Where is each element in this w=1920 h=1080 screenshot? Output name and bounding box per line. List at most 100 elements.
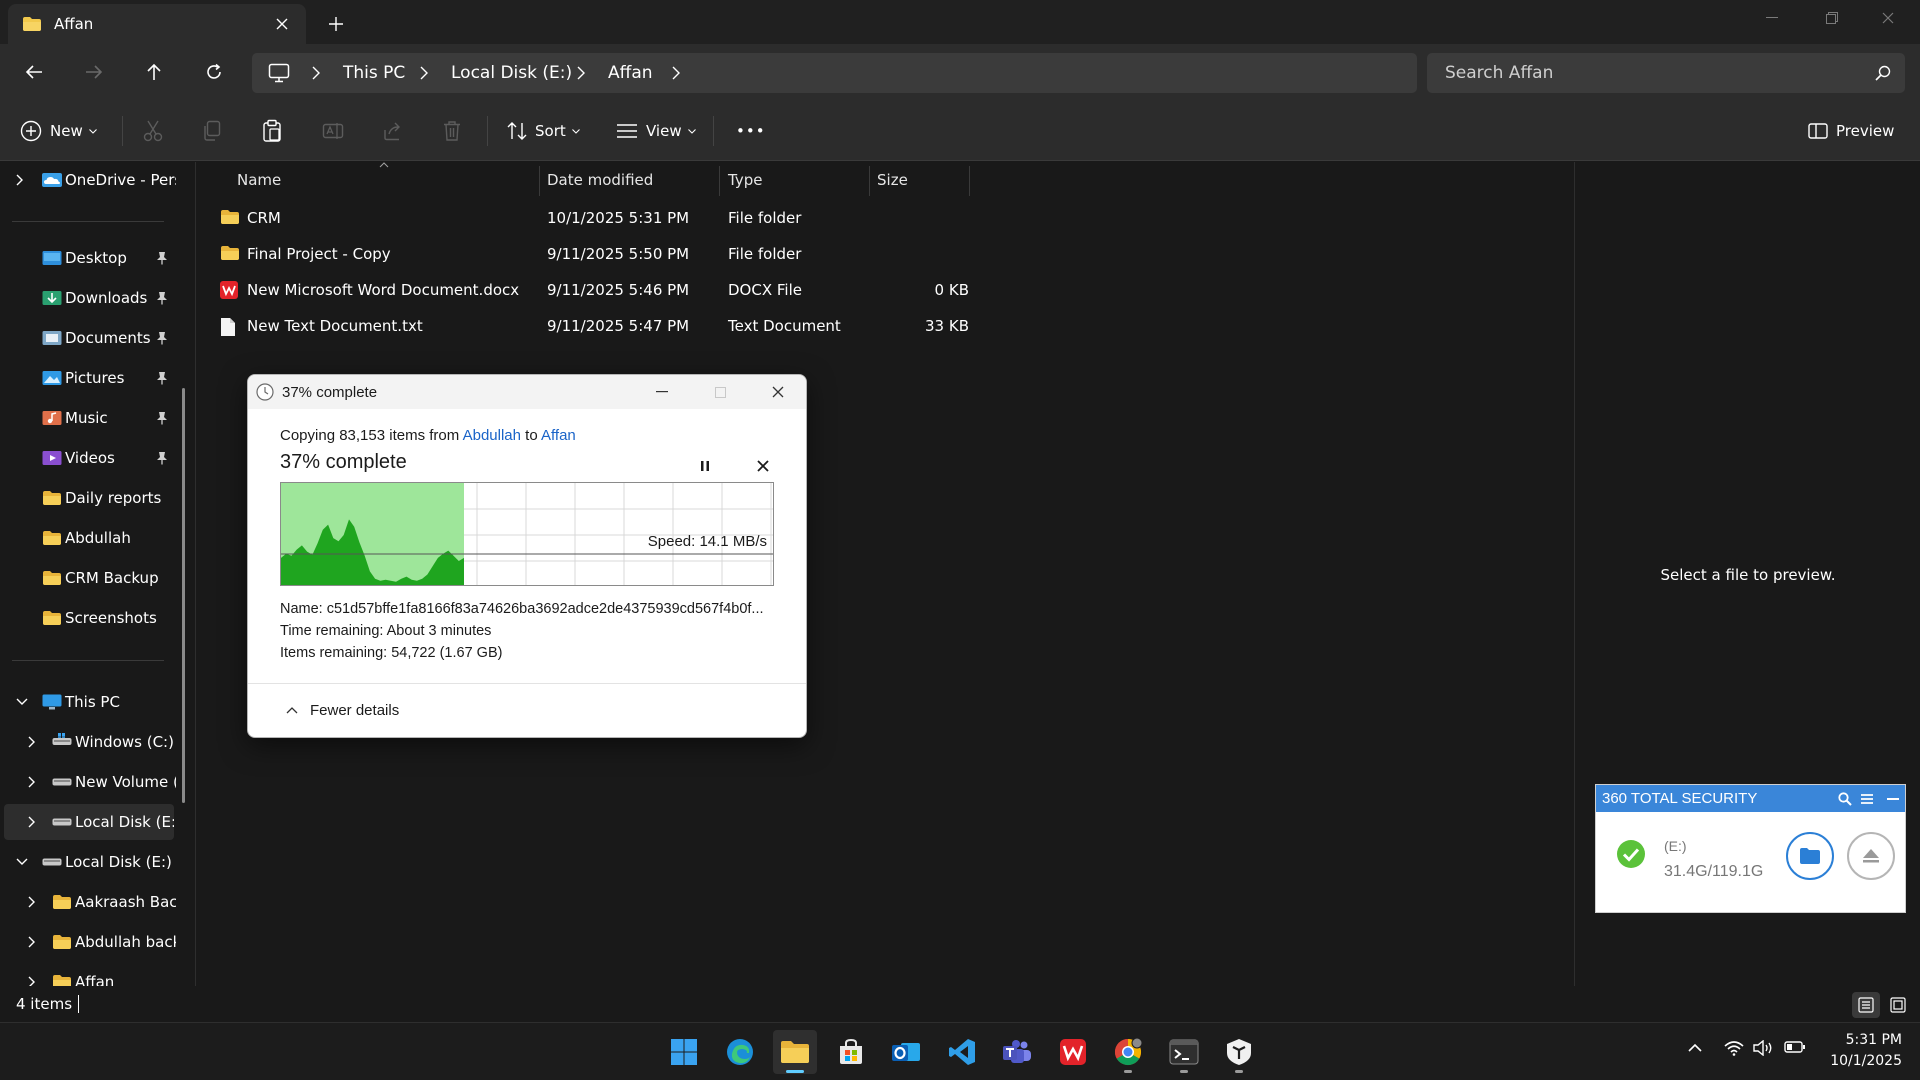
- new-tab-icon[interactable]: [324, 12, 348, 36]
- file-row[interactable]: New Text Document.txt 9/11/2025 5:47 PM Te…: [217, 308, 977, 344]
- clock-time[interactable]: 5:31 PM: [1818, 1032, 1902, 1048]
- search-icon[interactable]: [1875, 65, 1891, 81]
- chevron-down-icon[interactable]: [16, 698, 28, 710]
- wifi-icon[interactable]: [1724, 1040, 1744, 1056]
- restore-icon[interactable]: [1809, 4, 1855, 32]
- volume-icon[interactable]: [1753, 1040, 1775, 1056]
- pin-icon[interactable]: [156, 371, 168, 385]
- chevron-right-icon[interactable]: [28, 896, 40, 908]
- nav-item-drive[interactable]: Windows (C:): [0, 724, 176, 760]
- nav-item-drive[interactable]: New Volume (D: [0, 764, 176, 800]
- pin-icon[interactable]: [156, 331, 168, 345]
- eject-icon[interactable]: [1847, 832, 1895, 880]
- file-row[interactable]: Final Project - Copy 9/11/2025 5:50 PM Fil…: [217, 236, 977, 272]
- tab-affan[interactable]: Affan: [8, 4, 306, 44]
- minimize-icon[interactable]: [1884, 790, 1902, 808]
- chevron-right-icon[interactable]: [312, 66, 320, 80]
- view-button[interactable]: View: [616, 117, 696, 145]
- battery-icon[interactable]: [1784, 1040, 1806, 1054]
- chevron-right-icon[interactable]: [28, 976, 40, 986]
- search-box[interactable]: Search Affan: [1427, 53, 1905, 93]
- paste-icon[interactable]: [262, 117, 282, 145]
- file-row[interactable]: CRM 10/1/2025 5:31 PM File folder: [217, 200, 977, 236]
- nav-item-documents[interactable]: Documents: [0, 320, 176, 356]
- pin-icon[interactable]: [156, 251, 168, 265]
- chevron-right-icon[interactable]: [28, 816, 40, 828]
- wps-icon[interactable]: [1051, 1030, 1095, 1074]
- up-icon[interactable]: [138, 56, 170, 88]
- nav-scrollbar[interactable]: [182, 388, 185, 803]
- preview-button[interactable]: Preview: [1808, 117, 1894, 145]
- nav-item-downloads[interactable]: Downloads: [0, 280, 176, 316]
- dialog-close-icon[interactable]: [765, 379, 791, 405]
- column-header-size[interactable]: Size: [877, 162, 908, 198]
- breadcrumb-local-disk[interactable]: Local Disk (E:): [451, 63, 572, 83]
- file-row[interactable]: New Microsoft Word Document.docx 9/11/202…: [217, 272, 977, 308]
- nav-item-music[interactable]: Music: [0, 400, 176, 436]
- copy-icon[interactable]: [202, 117, 222, 145]
- column-header-name[interactable]: Name: [237, 162, 281, 198]
- share-icon[interactable]: [382, 117, 404, 145]
- column-divider[interactable]: [969, 166, 970, 196]
- nav-item-desktop[interactable]: Desktop: [0, 240, 176, 276]
- teams-icon[interactable]: [995, 1030, 1039, 1074]
- column-divider[interactable]: [539, 166, 540, 196]
- pause-icon[interactable]: [694, 455, 716, 477]
- tiles-view-icon[interactable]: [1884, 992, 1912, 1018]
- nav-item-pictures[interactable]: Pictures: [0, 360, 176, 396]
- chevron-right-icon[interactable]: [577, 66, 585, 80]
- rename-icon[interactable]: [322, 117, 344, 145]
- nav-item-drive[interactable]: Local Disk (E:): [4, 804, 174, 840]
- cut-icon[interactable]: [143, 117, 163, 145]
- nav-item-this-pc[interactable]: This PC: [0, 684, 176, 720]
- nav-item-screenshots[interactable]: Screenshots: [0, 600, 176, 636]
- column-divider[interactable]: [719, 166, 720, 196]
- delete-icon[interactable]: [442, 117, 462, 145]
- refresh-icon[interactable]: [198, 56, 230, 88]
- chevron-down-icon[interactable]: [16, 858, 28, 870]
- chevron-right-icon[interactable]: [28, 736, 40, 748]
- column-divider[interactable]: [869, 166, 870, 196]
- chevron-right-icon[interactable]: [672, 66, 680, 80]
- open-folder-icon[interactable]: [1786, 832, 1834, 880]
- new-button[interactable]: New: [20, 117, 97, 145]
- breadcrumb-this-pc[interactable]: This PC: [343, 63, 405, 83]
- more-options-button[interactable]: •••: [736, 117, 766, 145]
- nav-item-onedrive[interactable]: OneDrive - Persc: [0, 162, 176, 198]
- nav-item-crm-backup[interactable]: CRM Backup: [0, 560, 176, 596]
- destination-link[interactable]: Affan: [541, 427, 576, 444]
- column-header-date[interactable]: Date modified: [547, 162, 653, 198]
- nav-item-videos[interactable]: Videos: [0, 440, 176, 476]
- minimize-icon[interactable]: [1749, 4, 1795, 32]
- back-icon[interactable]: [18, 56, 50, 88]
- edge-icon[interactable]: [718, 1030, 762, 1074]
- chevron-right-icon[interactable]: [28, 776, 40, 788]
- nav-item-subfolder[interactable]: Aakraash Backu: [0, 884, 176, 920]
- address-bar[interactable]: This PC Local Disk (E:) Affan: [252, 53, 1417, 93]
- clock-date[interactable]: 10/1/2025: [1818, 1053, 1902, 1069]
- menu-icon[interactable]: [1858, 790, 1876, 808]
- pin-icon[interactable]: [156, 291, 168, 305]
- chevron-up-icon[interactable]: [1687, 1043, 1703, 1053]
- terminal-icon[interactable]: [1162, 1030, 1206, 1074]
- nav-item-abdullah[interactable]: Abdullah: [0, 520, 176, 556]
- chevron-right-icon[interactable]: [420, 66, 428, 80]
- outlook-icon[interactable]: [884, 1030, 928, 1074]
- nav-item-subfolder[interactable]: Abdullah backu: [0, 924, 176, 960]
- dialog-minimize-icon[interactable]: [649, 379, 675, 405]
- nav-item-daily-reports[interactable]: Daily reports: [0, 480, 176, 516]
- chevron-right-icon[interactable]: [16, 174, 28, 186]
- nav-item-local-disk[interactable]: Local Disk (E:): [0, 844, 176, 880]
- file-explorer-icon[interactable]: [773, 1030, 817, 1074]
- vscode-icon[interactable]: [940, 1030, 984, 1074]
- pin-icon[interactable]: [156, 411, 168, 425]
- source-link[interactable]: Abdullah: [463, 427, 521, 444]
- close-tab-icon[interactable]: [272, 14, 292, 34]
- details-view-icon[interactable]: [1852, 992, 1880, 1018]
- forward-icon[interactable]: [78, 56, 110, 88]
- cancel-icon[interactable]: [752, 455, 774, 477]
- column-header-type[interactable]: Type: [728, 162, 762, 198]
- app-icon[interactable]: [1217, 1030, 1261, 1074]
- nav-item-subfolder[interactable]: Affan: [0, 964, 176, 986]
- pin-icon[interactable]: [156, 451, 168, 465]
